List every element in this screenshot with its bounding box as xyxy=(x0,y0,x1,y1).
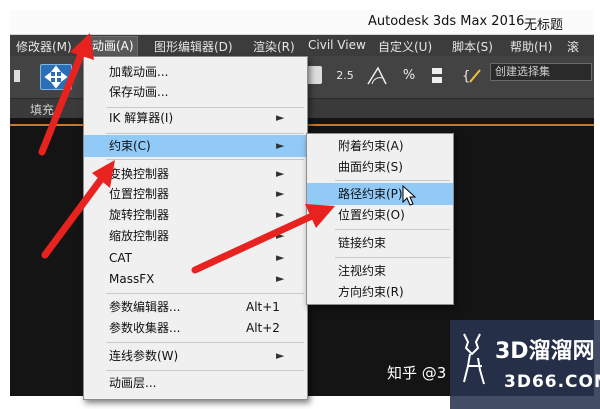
site-title: 3D溜溜网 xyxy=(495,339,595,364)
site-watermark: 3D溜溜网 3D66.COM xyxy=(450,320,600,409)
arrow-to-path-constraint-icon xyxy=(191,204,335,274)
arrow-to-animation-menu-icon xyxy=(38,33,94,156)
deer-logo-icon xyxy=(463,333,485,385)
site-url: 3D66.COM xyxy=(504,372,600,392)
arrow-to-constraints-icon xyxy=(41,160,115,259)
zhihu-watermark: 知乎 @3 xyxy=(387,364,447,382)
